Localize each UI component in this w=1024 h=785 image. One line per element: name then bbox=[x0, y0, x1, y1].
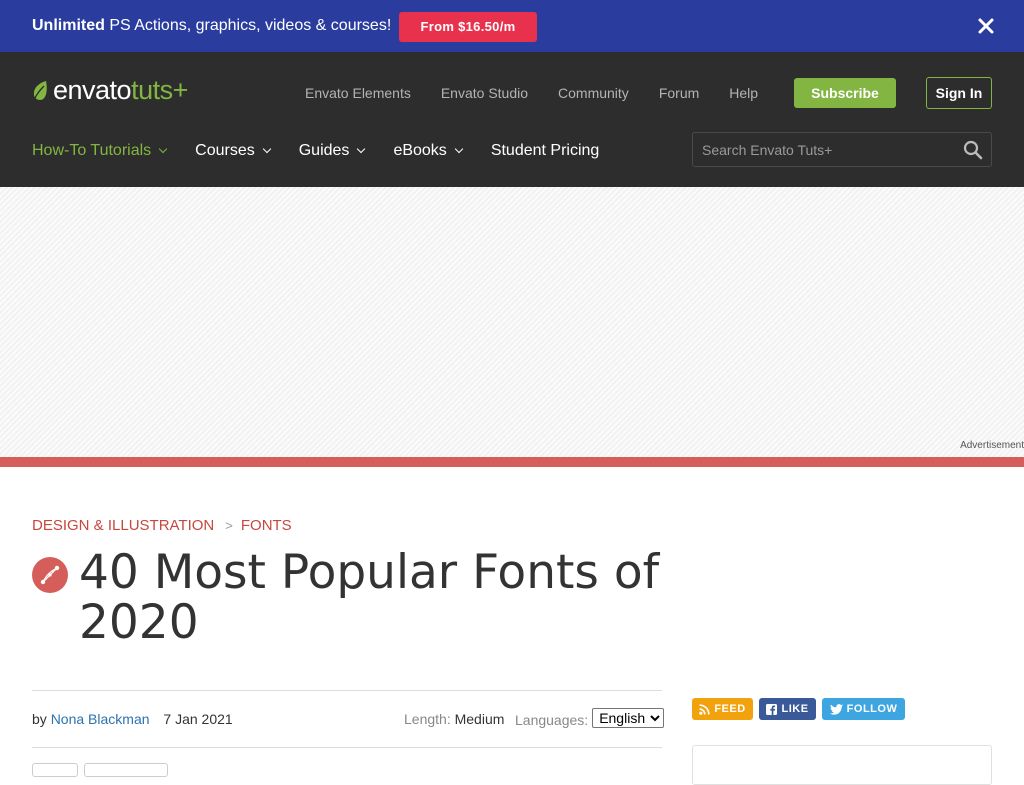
top-nav: Envato Elements Envato Studio Community … bbox=[305, 85, 788, 101]
vector-pen-icon bbox=[40, 565, 60, 585]
search-input[interactable] bbox=[693, 133, 953, 166]
logo-word-tuts: tuts+ bbox=[131, 75, 188, 105]
nav-courses[interactable]: Courses bbox=[195, 142, 271, 160]
envato-tuts-logo[interactable]: envato tuts+ bbox=[31, 75, 188, 106]
languages: Languages: English bbox=[515, 708, 665, 728]
promo-message: PS Actions, graphics, videos & courses! bbox=[109, 17, 392, 34]
search-icon[interactable] bbox=[963, 140, 983, 160]
length-label: Length: bbox=[404, 711, 451, 727]
share-button[interactable] bbox=[84, 763, 168, 777]
close-icon[interactable] bbox=[977, 17, 995, 35]
topnav-envato-elements[interactable]: Envato Elements bbox=[305, 85, 411, 101]
breadcrumb-category[interactable]: DESIGN & ILLUSTRATION bbox=[32, 517, 214, 534]
feed-button[interactable]: FEED bbox=[692, 698, 753, 720]
like-label: LIKE bbox=[781, 703, 809, 715]
languages-label: Languages: bbox=[515, 711, 589, 728]
promo-bold: Unlimited bbox=[32, 17, 105, 34]
share-button[interactable] bbox=[32, 763, 78, 777]
feed-label: FEED bbox=[714, 703, 746, 715]
topnav-envato-studio[interactable]: Envato Studio bbox=[441, 85, 528, 101]
promo-cta-button[interactable]: From $16.50/m bbox=[399, 12, 537, 42]
chevron-down-icon bbox=[158, 144, 168, 154]
article-length: Length: Medium bbox=[404, 711, 504, 727]
advertisement-area: Advertisement bbox=[0, 187, 1024, 457]
breadcrumb: DESIGN & ILLUSTRATION > FONTS bbox=[32, 517, 292, 534]
site-header: envato tuts+ Envato Elements Envato Stud… bbox=[0, 52, 1024, 187]
chevron-down-icon bbox=[262, 144, 271, 154]
breadcrumb-subcategory[interactable]: FONTS bbox=[241, 517, 292, 534]
category-badge[interactable] bbox=[32, 557, 68, 593]
rss-icon bbox=[699, 703, 710, 715]
promo-bar: Unlimited PS Actions, graphics, videos &… bbox=[0, 0, 1024, 52]
nav-how-to-tutorials[interactable]: How-To Tutorials bbox=[32, 142, 168, 160]
ad-label: Advertisement bbox=[960, 440, 1024, 451]
twitter-follow-button[interactable]: FOLLOW bbox=[822, 698, 905, 720]
nav-label: How-To Tutorials bbox=[32, 142, 152, 159]
category-color-bar bbox=[0, 457, 1024, 467]
facebook-like-button[interactable]: LIKE bbox=[759, 698, 816, 720]
topnav-forum[interactable]: Forum bbox=[659, 85, 699, 101]
main-nav: How-To Tutorials Courses Guides eBooks S… bbox=[32, 142, 628, 160]
leaf-icon bbox=[33, 80, 47, 100]
nav-label: Student Pricing bbox=[490, 142, 600, 159]
nav-guides[interactable]: Guides bbox=[298, 142, 366, 160]
length-value: Medium bbox=[454, 711, 505, 727]
nav-ebooks[interactable]: eBooks bbox=[393, 142, 464, 160]
search-box bbox=[692, 132, 992, 167]
publish-date: 7 Jan 2021 bbox=[163, 711, 233, 727]
topnav-help[interactable]: Help bbox=[729, 85, 758, 101]
chevron-down-icon bbox=[454, 144, 464, 154]
nav-student-pricing[interactable]: Student Pricing bbox=[491, 142, 600, 160]
chevron-down-icon bbox=[357, 144, 366, 154]
article-byline: by Nona Blackman 7 Jan 2021 bbox=[32, 711, 233, 727]
topnav-community[interactable]: Community bbox=[558, 85, 629, 101]
nav-label: eBooks bbox=[393, 142, 447, 159]
byline-prefix: by bbox=[32, 711, 47, 727]
article-title: 40 Most Popular Fonts of 2020 bbox=[79, 545, 660, 650]
nav-label: Courses bbox=[195, 142, 255, 159]
sidebar-box bbox=[692, 745, 992, 785]
logo-word-envato: envato bbox=[53, 75, 132, 105]
facebook-icon bbox=[766, 703, 778, 715]
author-link[interactable]: Nona Blackman bbox=[51, 711, 150, 727]
sign-in-button[interactable]: Sign In bbox=[926, 77, 992, 109]
subscribe-button[interactable]: Subscribe bbox=[794, 78, 896, 108]
promo-text: Unlimited PS Actions, graphics, videos &… bbox=[32, 17, 391, 35]
divider bbox=[32, 690, 662, 691]
nav-label: Guides bbox=[298, 142, 350, 159]
divider bbox=[32, 747, 662, 748]
breadcrumb-separator: > bbox=[225, 518, 233, 533]
twitter-icon bbox=[829, 703, 843, 715]
follow-label: FOLLOW bbox=[846, 703, 898, 715]
language-select[interactable]: English bbox=[592, 708, 665, 728]
